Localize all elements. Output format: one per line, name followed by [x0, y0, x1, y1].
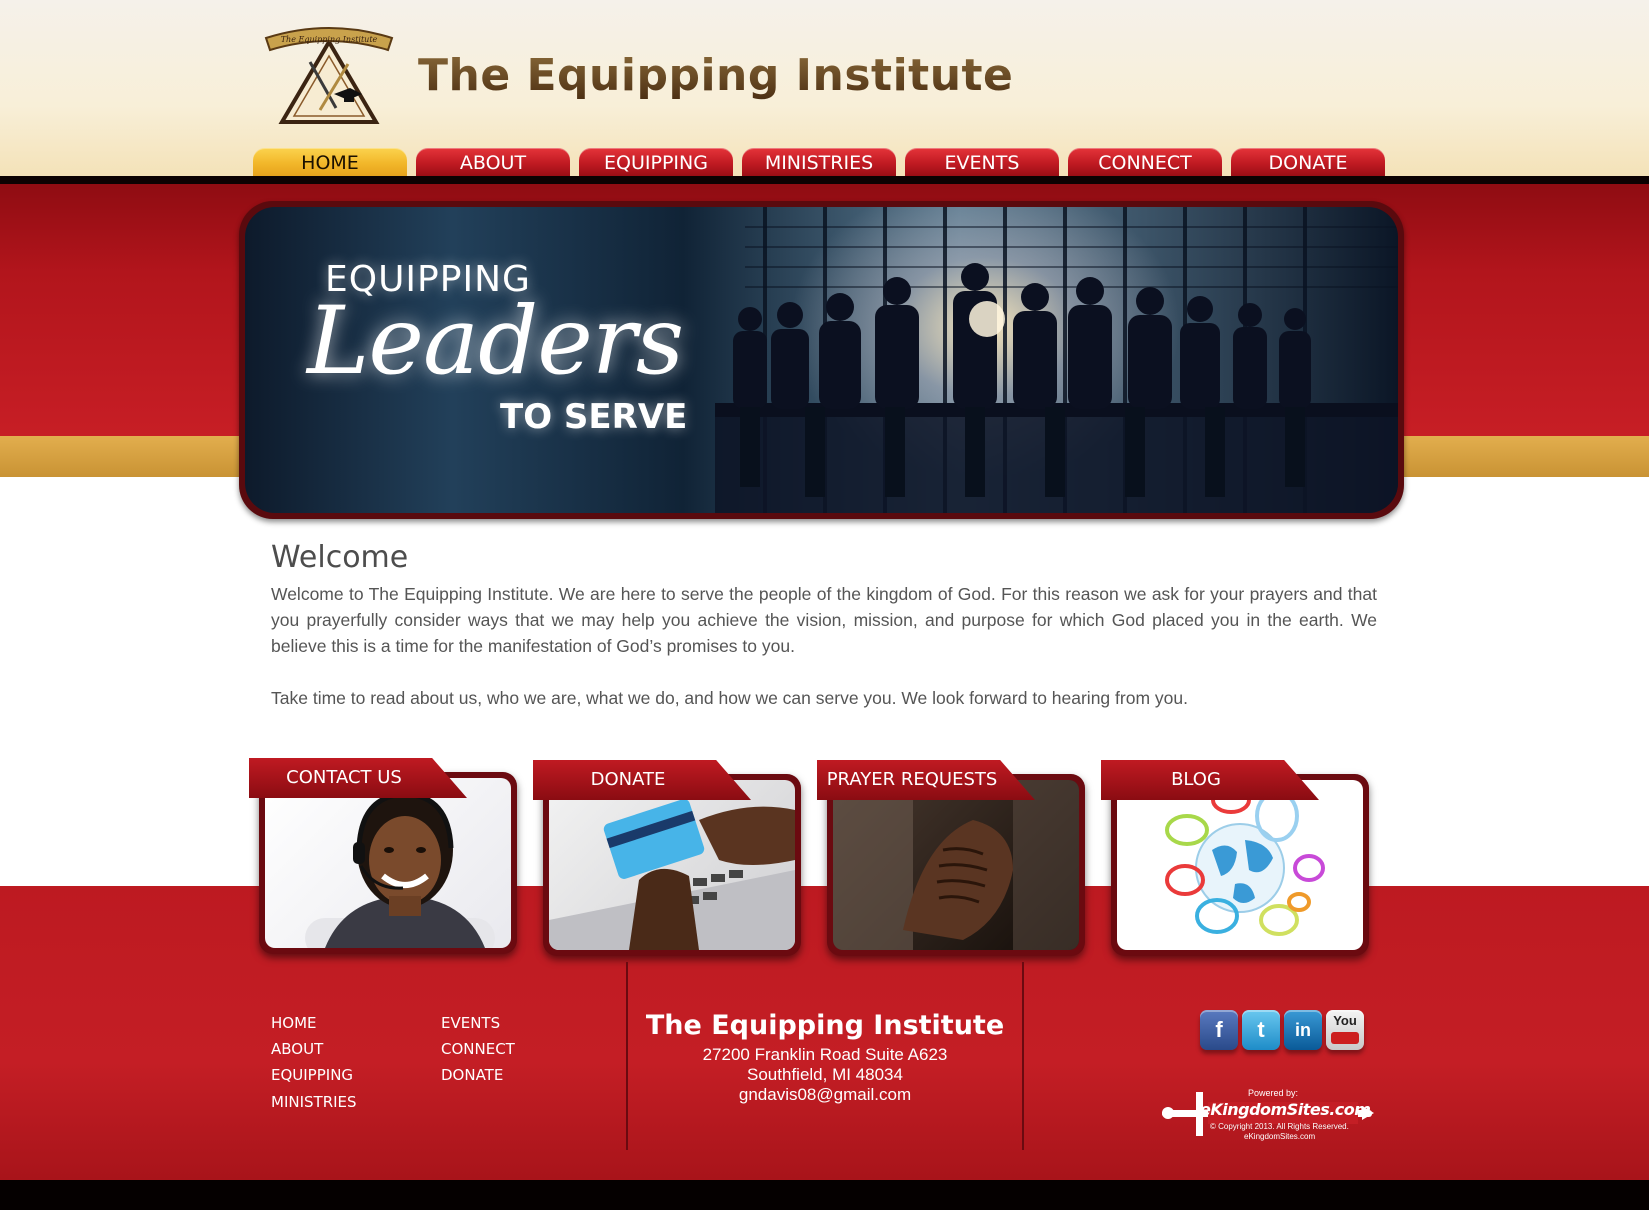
powered-by-brand[interactable]: eKingdomSites.com	[1200, 1100, 1371, 1119]
nav-home[interactable]: HOME	[253, 148, 407, 176]
hero-banner: EQUIPPING Leaders TO SERVE	[239, 201, 1404, 519]
hero-title-line2: Leaders	[307, 287, 684, 396]
footer-email[interactable]: gndavis08@gmail.com	[627, 1085, 1023, 1105]
nav-about[interactable]: ABOUT	[416, 148, 570, 176]
footer-link-events[interactable]: EVENTS	[441, 1014, 500, 1032]
card-blog[interactable]: BLOG	[1101, 760, 1371, 960]
welcome-section: Welcome Welcome to The Equipping Institu…	[271, 540, 1377, 711]
card-contact-us-label[interactable]: CONTACT US	[249, 758, 467, 798]
nav-events[interactable]: EVENTS	[905, 148, 1059, 176]
copyright-text: © Copyright 2013. All Rights Reserved.	[1210, 1122, 1349, 1131]
footer-link-equipping[interactable]: EQUIPPING	[271, 1066, 353, 1084]
footer-address-line2: Southfield, MI 48034	[747, 1065, 903, 1084]
globe-speech-bubbles-illustration[interactable]	[1117, 780, 1363, 950]
welcome-paragraph-2: Take time to read about us, who we are, …	[271, 688, 1188, 708]
welcome-paragraph-1: Welcome to The Equipping Institute. We a…	[271, 584, 1377, 656]
nav-equipping[interactable]: EQUIPPING	[579, 148, 733, 176]
nav-donate[interactable]: DONATE	[1231, 148, 1385, 176]
main-nav: HOME ABOUT EQUIPPING MINISTRIES EVENTS C…	[253, 148, 1385, 176]
card-blog-label[interactable]: BLOG	[1101, 760, 1319, 800]
footer-link-home[interactable]: HOME	[271, 1014, 317, 1032]
hero-image: EQUIPPING Leaders TO SERVE	[245, 207, 1398, 513]
praying-hands-photo[interactable]	[833, 780, 1079, 950]
nav-connect[interactable]: CONNECT	[1068, 148, 1222, 176]
svg-text:The Equipping Institute: The Equipping Institute	[281, 35, 378, 44]
footer-link-donate[interactable]: DONATE	[441, 1066, 503, 1084]
youtube-red-badge	[1331, 1032, 1359, 1044]
powered-by-badge[interactable]: Powered by: eKingdomSites.com © Copyrigh…	[1162, 1088, 1374, 1142]
footer-org-name: The Equipping Institute	[645, 1010, 1005, 1041]
twitter-icon[interactable]: t	[1242, 1010, 1280, 1050]
welcome-heading: Welcome	[271, 540, 409, 575]
footer-address-line1: 27200 Franklin Road Suite A623	[702, 1045, 948, 1064]
footer-contact-info: The Equipping Institute 27200 Franklin R…	[627, 1010, 1023, 1105]
footer-link-ministries[interactable]: MINISTRIES	[271, 1093, 357, 1111]
site-title: The Equipping Institute	[418, 50, 1014, 101]
linkedin-icon[interactable]: in	[1284, 1010, 1322, 1050]
card-prayer-requests-label[interactable]: PRAYER REQUESTS	[817, 760, 1035, 800]
card-blog-frame	[1111, 774, 1369, 956]
youtube-icon[interactable]: You	[1326, 1010, 1364, 1050]
card-prayer-requests-frame	[827, 774, 1085, 956]
card-prayer-requests[interactable]: PRAYER REQUESTS	[817, 760, 1087, 960]
card-contact-us-frame	[259, 772, 517, 954]
youtube-icon-glyph: You	[1333, 1013, 1357, 1028]
powered-by-label: Powered by:	[1248, 1088, 1299, 1098]
social-links: f t in You	[1200, 1010, 1364, 1050]
powered-by-site: eKingdomSites.com	[1244, 1132, 1316, 1141]
hero-title-line3: TO SERVE	[500, 397, 688, 437]
card-donate[interactable]: DONATE	[533, 760, 803, 960]
card-contact-us[interactable]: CONTACT US	[249, 758, 519, 958]
nav-ministries[interactable]: MINISTRIES	[742, 148, 896, 176]
footer-link-about[interactable]: ABOUT	[271, 1040, 323, 1058]
facebook-icon[interactable]: f	[1200, 1010, 1238, 1050]
card-donate-label[interactable]: DONATE	[533, 760, 751, 800]
card-donate-frame	[543, 774, 801, 956]
site-header: The Equipping Institute The Equipping In…	[0, 0, 1649, 176]
header-divider-bar	[0, 176, 1649, 184]
credit-card-laptop-photo[interactable]	[549, 780, 795, 950]
footer-bottom-bar	[0, 1180, 1649, 1210]
contact-agent-photo[interactable]	[265, 778, 511, 948]
institute-logo[interactable]: The Equipping Institute	[262, 22, 396, 126]
footer-link-connect[interactable]: CONNECT	[441, 1040, 515, 1058]
